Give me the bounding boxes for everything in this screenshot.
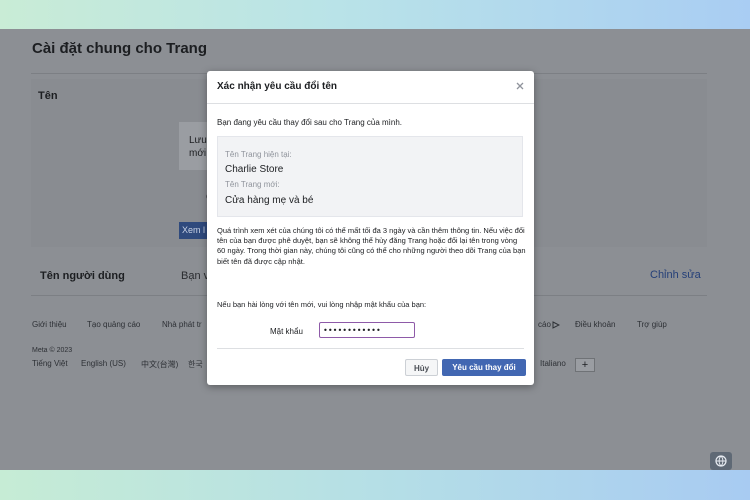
dialog-title: Xác nhận yêu cầu đổi tên bbox=[217, 81, 338, 92]
username-value: Bạn v bbox=[181, 270, 210, 282]
password-input[interactable] bbox=[319, 322, 415, 338]
footer-link-report[interactable]: cáo bbox=[538, 320, 561, 329]
rename-confirm-dialog: Xác nhận yêu cầu đổi tên Bạn đang yêu cầ… bbox=[207, 71, 534, 385]
language-english[interactable]: English (US) bbox=[81, 359, 126, 368]
dialog-intro: Bạn đang yêu cầu thay đổi sau cho Trang … bbox=[217, 118, 403, 127]
footer-link-developers[interactable]: Nhà phát tr bbox=[162, 320, 202, 329]
language-korean[interactable]: 한국 bbox=[188, 359, 203, 370]
page-title: Cài đặt chung cho Trang bbox=[32, 40, 208, 57]
language-chinese-tw[interactable]: 中文(台灣) bbox=[141, 359, 178, 370]
globe-button[interactable] bbox=[710, 452, 732, 470]
globe-icon bbox=[715, 455, 727, 467]
current-name-label: Tên Trang hiện tại: bbox=[225, 150, 292, 159]
close-icon[interactable] bbox=[514, 80, 526, 92]
request-change-button[interactable]: Yêu cầu thay đổi bbox=[442, 359, 526, 376]
report-icon bbox=[552, 321, 561, 329]
notice-text: Lưu mới bbox=[189, 135, 207, 159]
add-language-button[interactable]: + bbox=[575, 358, 595, 372]
password-prompt: Nếu bạn hài lòng với tên mới, vui lòng n… bbox=[217, 300, 427, 309]
dialog-header: Xác nhận yêu cầu đổi tên bbox=[207, 71, 534, 104]
name-change-summary: Tên Trang hiện tại: Charlie Store Tên Tr… bbox=[217, 136, 523, 217]
language-vietnamese[interactable]: Tiếng Việt bbox=[32, 359, 68, 368]
footer-link-about[interactable]: Giới thiệu bbox=[32, 320, 67, 329]
dialog-divider bbox=[217, 348, 524, 349]
edit-username-link[interactable]: Chỉnh sửa bbox=[650, 269, 701, 281]
bottom-frame-band bbox=[0, 470, 750, 500]
password-label: Mật khẩu bbox=[270, 327, 303, 336]
footer-link-help[interactable]: Trợ giúp bbox=[637, 320, 667, 329]
footer-link-report-label: cáo bbox=[538, 320, 551, 329]
name-section-label: Tên bbox=[38, 90, 58, 102]
new-name: Cửa hàng mẹ và bé bbox=[225, 195, 314, 206]
footer-link-create-ad[interactable]: Tạo quảng cáo bbox=[87, 320, 140, 329]
cancel-button[interactable]: Hủy bbox=[405, 359, 438, 376]
footer-link-terms[interactable]: Điều khoản bbox=[575, 320, 615, 329]
current-name: Charlie Store bbox=[225, 164, 284, 175]
username-label: Tên người dùng bbox=[40, 270, 125, 282]
copyright: Meta © 2023 bbox=[32, 347, 73, 354]
review-notice: Quá trình xem xét của chúng tôi có thể m… bbox=[217, 226, 526, 266]
new-name-label: Tên Trang mới: bbox=[225, 180, 280, 189]
language-italian[interactable]: Italiano bbox=[540, 359, 566, 368]
top-frame-band bbox=[0, 0, 750, 29]
